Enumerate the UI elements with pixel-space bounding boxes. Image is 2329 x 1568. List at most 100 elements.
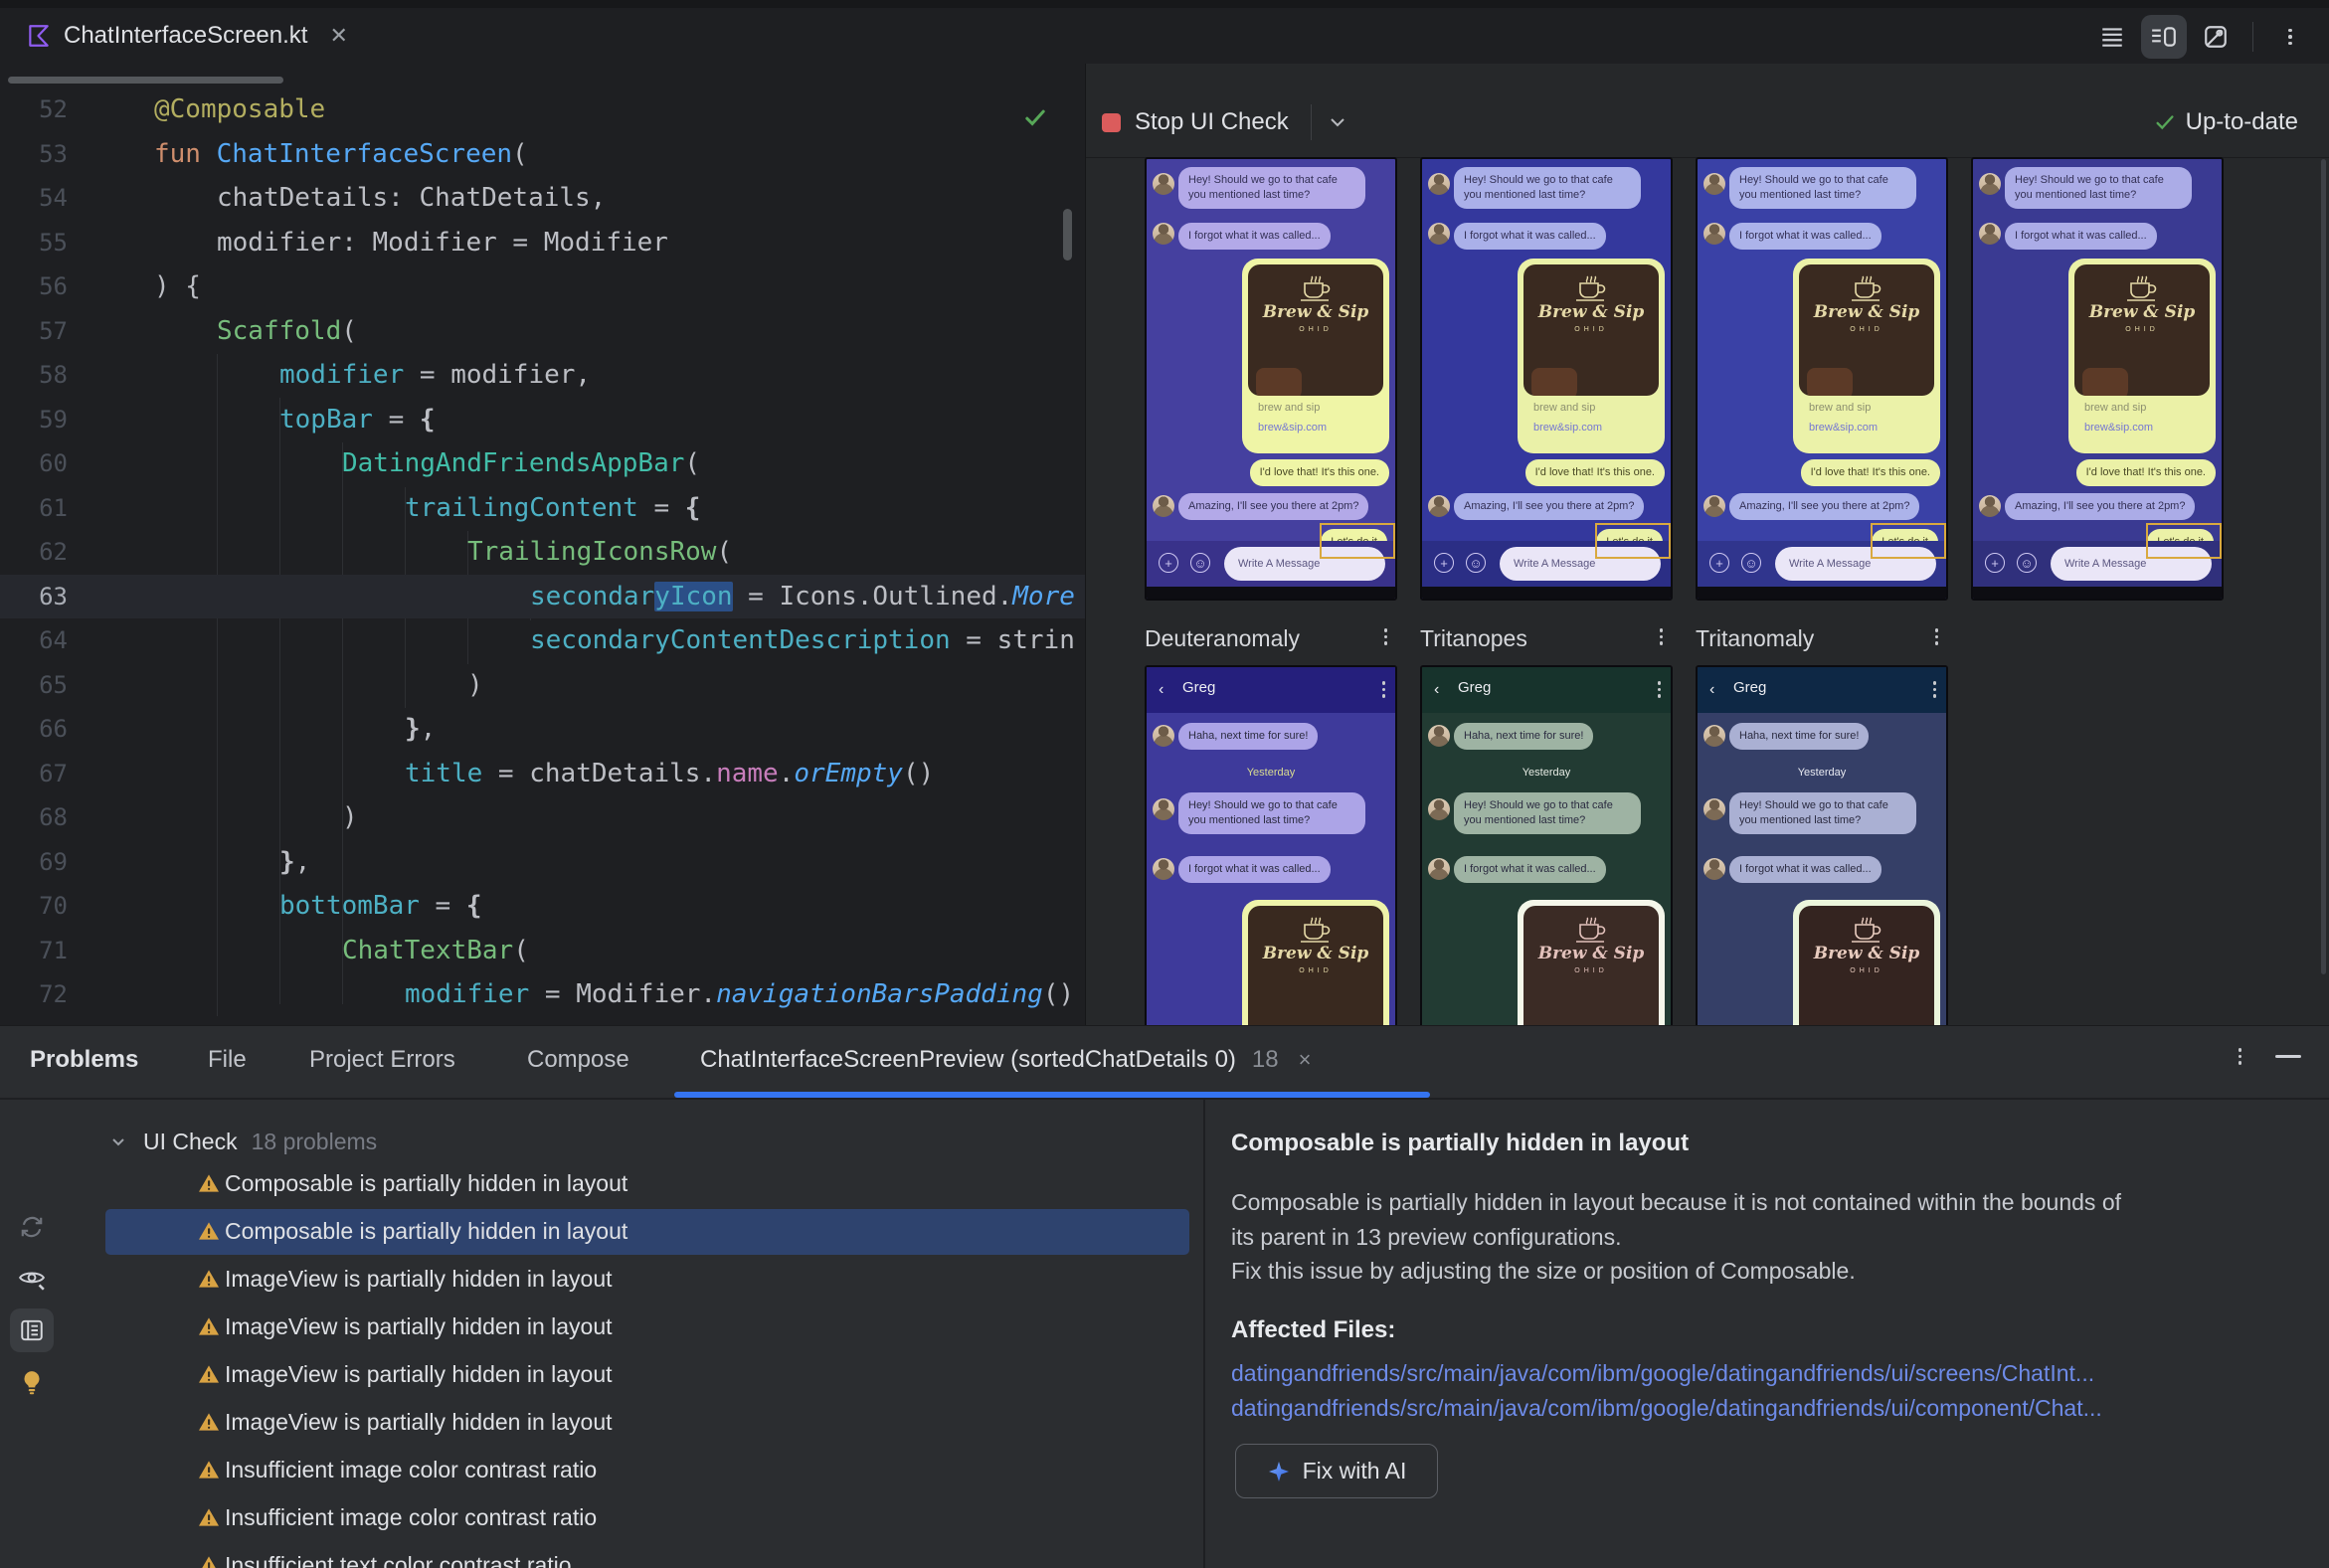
preview-phone-row1[interactable]: Hey! Should we go to that cafe you menti… [1971, 157, 2224, 601]
chevron-down-icon[interactable] [1330, 117, 1345, 127]
kebab-menu-icon[interactable] [2267, 15, 2313, 59]
design-view-icon[interactable] [2193, 15, 2239, 59]
problem-text: ImageView is partially hidden in layout [225, 1266, 613, 1292]
problem-row[interactable]: ImageView is partially hidden in layout [88, 1351, 1203, 1399]
vertical-scrollbar[interactable] [1063, 209, 1072, 261]
warning-triangle-icon [198, 1269, 220, 1289]
add-icon[interactable]: + [1985, 553, 2005, 573]
tab-project-errors[interactable]: Project Errors [309, 1046, 455, 1074]
minimize-icon[interactable] [2275, 1054, 2301, 1058]
split-view-icon[interactable] [2141, 15, 2187, 59]
kebab-menu-icon[interactable] [1383, 628, 1387, 645]
kebab-menu-icon[interactable] [1657, 681, 1661, 698]
tab-compose[interactable]: Compose [527, 1046, 629, 1074]
avatar [1428, 858, 1450, 880]
code-view-icon[interactable] [2089, 15, 2135, 59]
horizontal-scrollbar[interactable] [8, 77, 283, 84]
kebab-menu-icon[interactable] [1932, 681, 1936, 698]
emoji-icon[interactable]: ☺ [1741, 553, 1761, 573]
kebab-menu-icon[interactable] [1381, 681, 1385, 698]
warning-triangle-icon [198, 1507, 220, 1527]
problems-title[interactable]: Problems [30, 1046, 138, 1074]
code-line[interactable]: 56) { [0, 264, 1085, 309]
stop-ui-check-button[interactable]: Stop UI Check [1135, 108, 1289, 136]
coffee-cup-icon [1299, 281, 1333, 301]
code-line[interactable]: 71 ChatTextBar( [0, 929, 1085, 973]
code-line[interactable]: 54 chatDetails: ChatDetails, [0, 176, 1085, 221]
tab-chatinterfacescreenpreview[interactable]: ChatInterfaceScreenPreview (sortedChatDe… [700, 1046, 1311, 1074]
brew-sip-image: Brew & Sip OHID [1248, 906, 1383, 1025]
preview-scrollbar[interactable] [2321, 159, 2326, 974]
kebab-menu-icon[interactable] [2238, 1048, 2241, 1065]
editor-mode-switcher [2089, 14, 2313, 60]
fix-with-ai-button[interactable]: Fix with AI [1235, 1444, 1438, 1498]
problem-row[interactable]: Composable is partially hidden in layout [88, 1208, 1203, 1256]
chat-bubble: I'd love that! It's this one. [1524, 459, 1665, 486]
code-line[interactable]: 55 modifier: Modifier = Modifier [0, 221, 1085, 265]
preview-eye-icon[interactable] [10, 1257, 54, 1301]
problem-row[interactable]: Insufficient image color contrast ratio [88, 1447, 1203, 1494]
emoji-icon[interactable]: ☺ [2017, 553, 2037, 573]
emoji-icon[interactable]: ☺ [1466, 553, 1486, 573]
preview-phone-row1[interactable]: Hey! Should we go to that cafe you menti… [1420, 157, 1673, 601]
refresh-icon[interactable] [10, 1205, 54, 1249]
code-line[interactable]: 53 fun ChatInterfaceScreen( [0, 132, 1085, 177]
code-text: TrailingIconsRow( [467, 537, 733, 567]
problem-row[interactable]: Composable is partially hidden in layout [88, 1160, 1203, 1208]
back-icon[interactable]: ‹ [1709, 681, 1714, 699]
preview-phone-row2[interactable]: ‹ Greg Haha, next time for sure! Yesterday H… [1696, 665, 1948, 1025]
file-tab-title: ChatInterfaceScreen.kt [64, 22, 308, 49]
stop-square-icon[interactable] [1102, 112, 1121, 132]
problem-row[interactable]: Insufficient text color contrast ratio [88, 1542, 1203, 1568]
file-tab[interactable]: ChatInterfaceScreen.kt ✕ [26, 14, 348, 58]
code-line[interactable]: 70 bottomBar = { [0, 884, 1085, 929]
problems-group-row[interactable]: UI Check 18 problems [88, 1121, 377, 1162]
emoji-icon[interactable]: ☺ [1190, 553, 1210, 573]
tab-file[interactable]: File [208, 1046, 247, 1074]
brand-text: Brew & Sip [1813, 944, 1920, 963]
code-line[interactable]: 64 secondaryContentDescription = strin [0, 618, 1085, 663]
code-line[interactable]: 52 @Composable [0, 87, 1085, 132]
kebab-menu-icon[interactable] [1659, 628, 1663, 645]
code-line[interactable]: 63 secondaryIcon = Icons.Outlined.More [0, 575, 1085, 619]
code-line[interactable]: 66}, [0, 707, 1085, 752]
code-line[interactable]: 69}, [0, 840, 1085, 885]
code-text: fun ChatInterfaceScreen( [154, 138, 528, 169]
code-line[interactable]: 60 DatingAndFriendsAppBar( [0, 441, 1085, 486]
code-line[interactable]: 61 trailingContent = { [0, 486, 1085, 531]
problem-row[interactable]: ImageView is partially hidden in layout [88, 1304, 1203, 1351]
close-icon[interactable]: × [1299, 1047, 1312, 1072]
add-icon[interactable]: + [1709, 553, 1729, 573]
preview-phone-row1[interactable]: Hey! Should we go to that cafe you menti… [1145, 157, 1397, 601]
back-icon[interactable]: ‹ [1159, 681, 1164, 699]
code-line[interactable]: 58 modifier = modifier, [0, 353, 1085, 398]
affected-file-link[interactable]: datingandfriends/src/main/java/com/ibm/g… [1231, 1356, 2102, 1391]
lightbulb-icon[interactable] [10, 1360, 54, 1404]
back-icon[interactable]: ‹ [1434, 681, 1439, 699]
code-line[interactable]: 68) [0, 795, 1085, 840]
problem-row[interactable]: Insufficient image color contrast ratio [88, 1494, 1203, 1542]
preview-phone-row1[interactable]: Hey! Should we go to that cafe you menti… [1696, 157, 1948, 601]
code-line[interactable]: 59 topBar = { [0, 398, 1085, 442]
code-line[interactable]: 57 Scaffold( [0, 309, 1085, 354]
add-icon[interactable]: + [1159, 553, 1178, 573]
code-line[interactable]: 62 TrailingIconsRow( [0, 530, 1085, 575]
code-editor[interactable]: 52 @Composable 53 fun ChatInterfaceScreen(5… [0, 64, 1085, 1025]
file-link[interactable]: datingandfriends/src/main/java/com/ibm/g… [1231, 1360, 2094, 1386]
preview-phone-row2[interactable]: ‹ Greg Haha, next time for sure! Yesterday H… [1420, 665, 1673, 1025]
code-line[interactable]: 72 modifier = Modifier.navigationBarsPadd… [0, 972, 1085, 1017]
chevron-down-icon[interactable] [111, 1137, 125, 1146]
code-line[interactable]: 65) [0, 663, 1085, 708]
kebab-menu-icon[interactable] [1934, 628, 1938, 645]
file-link[interactable]: datingandfriends/src/main/java/com/ibm/g… [1231, 1395, 2102, 1421]
problem-row[interactable]: ImageView is partially hidden in layout [88, 1256, 1203, 1304]
code-line[interactable]: 73 onAddClick = {} [0, 1017, 1085, 1026]
preview-phone-row2[interactable]: ‹ Greg Haha, next time for sure! Yesterday H… [1145, 665, 1397, 1025]
code-text: ) { [154, 271, 201, 301]
preview-panel-icon[interactable] [10, 1308, 54, 1352]
problem-row[interactable]: ImageView is partially hidden in layout [88, 1399, 1203, 1447]
close-icon[interactable]: ✕ [329, 23, 347, 49]
code-line[interactable]: 67 title = chatDetails.name.orEmpty() [0, 752, 1085, 796]
add-icon[interactable]: + [1434, 553, 1454, 573]
affected-file-link[interactable]: datingandfriends/src/main/java/com/ibm/g… [1231, 1391, 2102, 1426]
